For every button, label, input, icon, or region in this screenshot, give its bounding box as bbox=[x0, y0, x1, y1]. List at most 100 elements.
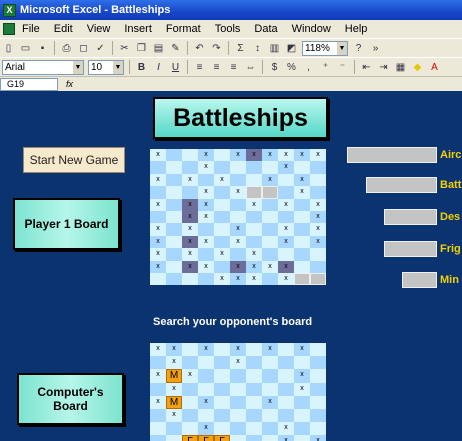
computer-board-cell[interactable]: x bbox=[198, 343, 214, 357]
player-board-cell[interactable] bbox=[166, 186, 182, 199]
player-board-cell[interactable]: x bbox=[150, 248, 166, 261]
player-board-cell[interactable] bbox=[182, 149, 198, 162]
computer-board-cell[interactable]: x bbox=[310, 435, 326, 441]
computer-board-cell[interactable]: x bbox=[166, 356, 182, 370]
open-icon[interactable]: ▭ bbox=[18, 41, 33, 56]
computer-board-cell[interactable] bbox=[182, 382, 198, 396]
computer-board-cell[interactable] bbox=[214, 356, 230, 370]
computer-board-cell[interactable] bbox=[246, 343, 262, 357]
player-board-cell[interactable]: x bbox=[310, 223, 326, 236]
computer-board-cell[interactable] bbox=[182, 395, 198, 409]
cut-icon[interactable]: ✂ bbox=[117, 41, 132, 56]
menu-insert[interactable]: Insert bbox=[117, 23, 159, 35]
computer-board-cell[interactable]: M bbox=[166, 395, 182, 409]
player-board-cell[interactable] bbox=[166, 273, 182, 286]
player-board-cell[interactable]: x bbox=[246, 248, 262, 261]
computer-board-cell[interactable]: x bbox=[198, 395, 214, 409]
player-board-cell[interactable] bbox=[166, 223, 182, 236]
player-board-cell[interactable] bbox=[230, 173, 246, 187]
player-board-cell[interactable] bbox=[310, 173, 326, 187]
player-board-cell[interactable] bbox=[262, 273, 278, 286]
save-icon[interactable]: ▪ bbox=[35, 41, 50, 56]
computer-board-cell[interactable]: M bbox=[166, 369, 182, 383]
player-board-cell[interactable] bbox=[150, 186, 166, 199]
player-board-cell[interactable]: x bbox=[230, 273, 246, 286]
player-board-cell[interactable] bbox=[166, 260, 182, 273]
player-board-cell[interactable]: x bbox=[150, 223, 166, 236]
player-board-cell[interactable] bbox=[262, 198, 278, 211]
menu-tools[interactable]: Tools bbox=[208, 23, 248, 35]
computer-board-cell[interactable] bbox=[214, 369, 230, 383]
computer-board-cell[interactable] bbox=[246, 422, 262, 436]
player-board-cell[interactable]: x bbox=[278, 223, 294, 236]
computer-board-cell[interactable]: x bbox=[150, 369, 166, 383]
player-board-cell[interactable] bbox=[278, 186, 294, 199]
merge-center-icon[interactable]: ⇔ bbox=[243, 60, 258, 75]
player-board-cell[interactable] bbox=[262, 186, 278, 199]
underline-icon[interactable]: U bbox=[168, 60, 183, 75]
player-board-cell[interactable] bbox=[310, 161, 326, 174]
player-board-cell[interactable]: x bbox=[198, 198, 214, 211]
computer-board-cell[interactable]: x bbox=[230, 343, 246, 357]
zoom-select[interactable]: 118% ▼ bbox=[302, 40, 348, 56]
computer-board-cell[interactable] bbox=[182, 409, 198, 423]
player-board-cell[interactable] bbox=[310, 248, 326, 261]
player-board-cell[interactable]: x bbox=[230, 260, 246, 273]
computer-board-cell[interactable] bbox=[294, 356, 310, 370]
computer-board-cell[interactable] bbox=[278, 395, 294, 409]
computer-board-cell[interactable] bbox=[278, 343, 294, 357]
format-painter-icon[interactable]: ✎ bbox=[168, 41, 183, 56]
font-color-icon[interactable]: A bbox=[427, 60, 442, 75]
computer-board-cell[interactable] bbox=[230, 435, 246, 441]
player-board-cell[interactable] bbox=[246, 161, 262, 174]
player-board-cell[interactable] bbox=[214, 198, 230, 211]
computer-board-cell[interactable] bbox=[278, 409, 294, 423]
player-board-cell[interactable]: x bbox=[310, 198, 326, 211]
chart-wizard-icon[interactable]: ▥ bbox=[267, 41, 282, 56]
computer-board-cell[interactable] bbox=[230, 369, 246, 383]
computer-board-cell[interactable]: Γ bbox=[214, 435, 230, 441]
player-board-cell[interactable]: x bbox=[150, 198, 166, 211]
computer-board-cell[interactable] bbox=[198, 356, 214, 370]
menu-data[interactable]: Data bbox=[247, 23, 284, 35]
font-select[interactable]: Arial ▼ bbox=[2, 59, 84, 75]
player-board-cell[interactable] bbox=[262, 248, 278, 261]
player-board-cell[interactable] bbox=[310, 186, 326, 199]
computer-board-cell[interactable]: x bbox=[182, 369, 198, 383]
spelling-icon[interactable]: ✓ bbox=[93, 41, 108, 56]
player-board-cell[interactable]: x bbox=[198, 235, 214, 249]
chevron-down-icon[interactable]: ▼ bbox=[113, 60, 123, 74]
player-board-cell[interactable] bbox=[310, 273, 326, 286]
computer-board-cell[interactable] bbox=[310, 409, 326, 423]
player-board-cell[interactable]: x bbox=[230, 235, 246, 249]
player-board-cell[interactable] bbox=[262, 235, 278, 249]
menu-file[interactable]: File bbox=[15, 23, 47, 35]
computer-board-cell[interactable]: Γ bbox=[182, 435, 198, 441]
player-board-cell[interactable]: x bbox=[262, 173, 278, 187]
player-board-cell[interactable] bbox=[262, 223, 278, 236]
player-board-cell[interactable] bbox=[294, 161, 310, 174]
computer-board-cell[interactable] bbox=[150, 409, 166, 423]
player-board-cell[interactable]: x bbox=[278, 235, 294, 249]
computer-board-cell[interactable]: x bbox=[294, 369, 310, 383]
player-board-cell[interactable] bbox=[166, 211, 182, 224]
player-board-cell[interactable] bbox=[230, 198, 246, 211]
computer-board-cell[interactable] bbox=[246, 356, 262, 370]
player-board-cell[interactable]: x bbox=[294, 149, 310, 162]
computer-board-cell[interactable] bbox=[278, 369, 294, 383]
borders-icon[interactable]: ▦ bbox=[393, 60, 408, 75]
computer-board-cell[interactable] bbox=[262, 356, 278, 370]
player-board-cell[interactable] bbox=[230, 211, 246, 224]
player-board-cell[interactable]: x bbox=[198, 186, 214, 199]
decrease-indent-icon[interactable]: ⇤ bbox=[359, 60, 374, 75]
player-board-cell[interactable] bbox=[166, 248, 182, 261]
increase-decimal-icon[interactable]: ⁺ bbox=[318, 60, 333, 75]
player-board-cell[interactable] bbox=[150, 211, 166, 224]
computer-board-cell[interactable] bbox=[214, 409, 230, 423]
redo-icon[interactable]: ↷ bbox=[209, 41, 224, 56]
fx-icon[interactable]: fx bbox=[66, 79, 73, 89]
player-board-cell[interactable] bbox=[294, 235, 310, 249]
player-board-cell[interactable] bbox=[294, 248, 310, 261]
player-board-cell[interactable] bbox=[246, 223, 262, 236]
chevron-down-icon[interactable]: ▼ bbox=[337, 41, 347, 55]
